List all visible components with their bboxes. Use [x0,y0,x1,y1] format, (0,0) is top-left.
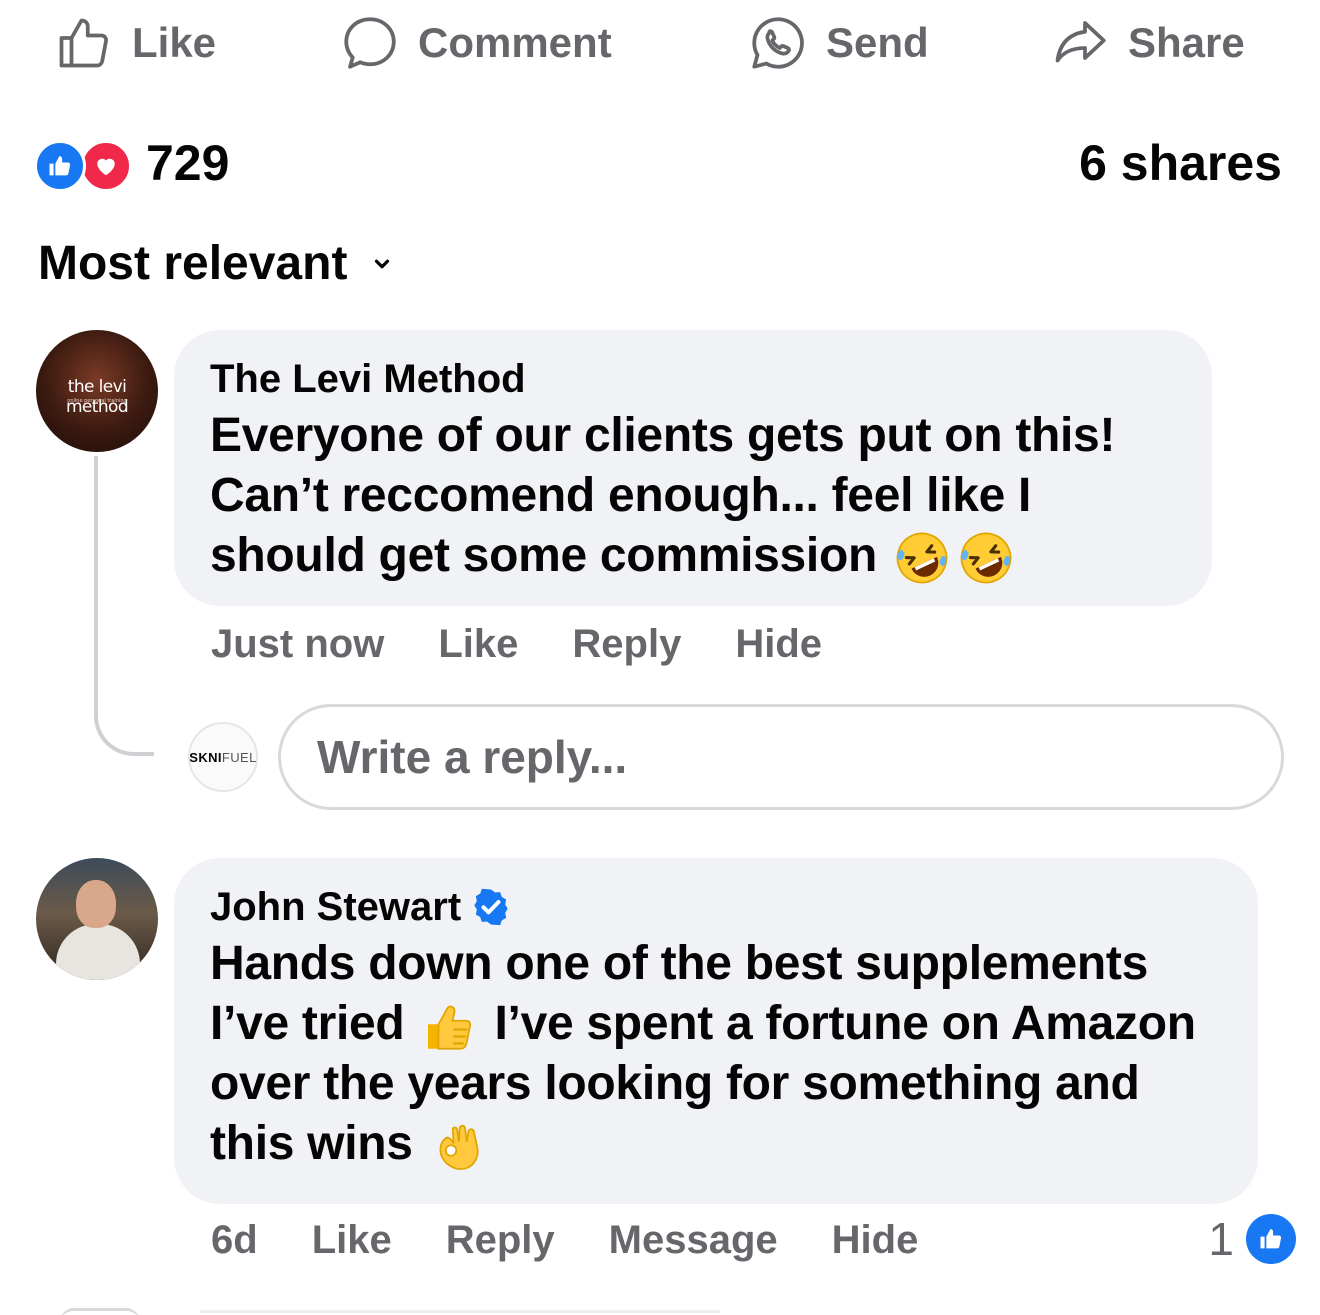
comment-reply-link[interactable]: Reply [572,622,681,667]
share-label: Share [1128,19,1245,66]
love-reaction-icon [80,140,132,192]
avatar[interactable]: the levi method online personal training [36,330,158,452]
avatar-logo-subtext: online personal training [67,398,127,404]
comment-reply-link[interactable]: Reply [446,1218,555,1263]
comment-line: Everyone of our clients gets put on this… [210,409,1116,462]
reaction-icons[interactable] [34,140,134,192]
comment-meta: 6d Like Reply Message Hide [211,1218,972,1263]
avatar-photo-head [76,880,116,928]
post-action-bar: Like Comment Send Share [0,0,1320,90]
whatsapp-icon [752,17,804,69]
like-button[interactable]: Like [54,12,216,74]
reply-thread-line [94,456,154,756]
comment-label: Comment [418,19,612,66]
reaction-count[interactable]: 729 [146,134,229,192]
avatar-photo-body [56,924,140,980]
send-label: Send [826,19,929,66]
like-reaction-icon [34,140,86,192]
chevron-down-icon [375,259,390,268]
comment-line: should get some commission [210,529,877,582]
comment-line-with-emoji: should get some commission [210,526,1176,586]
avatar[interactable] [36,858,158,980]
comment-bubble-icon [344,17,396,69]
next-comment-avatar-edge [60,1308,140,1315]
comment-sort-dropdown[interactable]: Most relevant [38,236,393,291]
avatar-brand-light: FUEL [221,749,257,765]
share-button[interactable]: Share [1050,12,1245,74]
comment-hide-link[interactable]: Hide [735,622,822,667]
comment-like-link[interactable]: Like [312,1218,392,1263]
comment-line: Can’t reccomend enough... feel like I [210,469,1032,522]
author-name: John Stewart [210,885,462,929]
share-arrow-icon [1055,21,1106,63]
verified-badge-icon [474,888,508,926]
comment-timestamp[interactable]: 6d [211,1218,258,1263]
ok-hand-emoji-icon [439,1124,479,1170]
comment-hide-link[interactable]: Hide [832,1218,919,1263]
comment-timestamp[interactable]: Just now [211,622,384,667]
comment-reaction-count: 1 [1208,1213,1234,1265]
thumbs-up-emoji-icon [428,1005,472,1050]
next-comment-bubble-edge [200,1310,720,1315]
comment-bubble: John Stewart Hands down one of the best … [174,858,1258,1204]
avatar-logo-text: the levi method [65,377,129,417]
comment-bubble: The Levi Method Everyone of our clients … [174,330,1212,606]
comment-meta: Just now Like Reply Hide [211,622,876,667]
comment-text: Everyone of our clients gets put on this… [210,406,1176,586]
sort-label: Most relevant [38,237,348,290]
comment-author[interactable]: The Levi Method [210,356,1176,402]
avatar-brand-bold: SKNI [189,749,222,765]
like-label: Like [132,19,217,66]
comment-like-link[interactable]: Like [438,622,518,667]
comment-author[interactable]: John Stewart [210,884,1222,930]
comment-button[interactable]: Comment [340,12,612,74]
comment-message-link[interactable]: Message [609,1218,778,1263]
rofl-emoji-icon [896,532,948,584]
rofl-emoji-icon [960,532,1012,584]
comment-reaction-summary[interactable]: 1 [1208,1212,1296,1266]
current-user-avatar: SKNI FUEL [188,722,258,792]
like-reaction-icon [1246,1214,1296,1264]
thumbs-up-icon [59,18,108,68]
send-button[interactable]: Send [748,12,929,74]
post-stats: 729 6 shares [0,130,1320,200]
author-name: The Levi Method [210,357,526,401]
reply-input[interactable] [278,704,1284,810]
comment-text: Hands down one of the best supplements I… [210,934,1222,1175]
shares-count[interactable]: 6 shares [1079,134,1282,192]
